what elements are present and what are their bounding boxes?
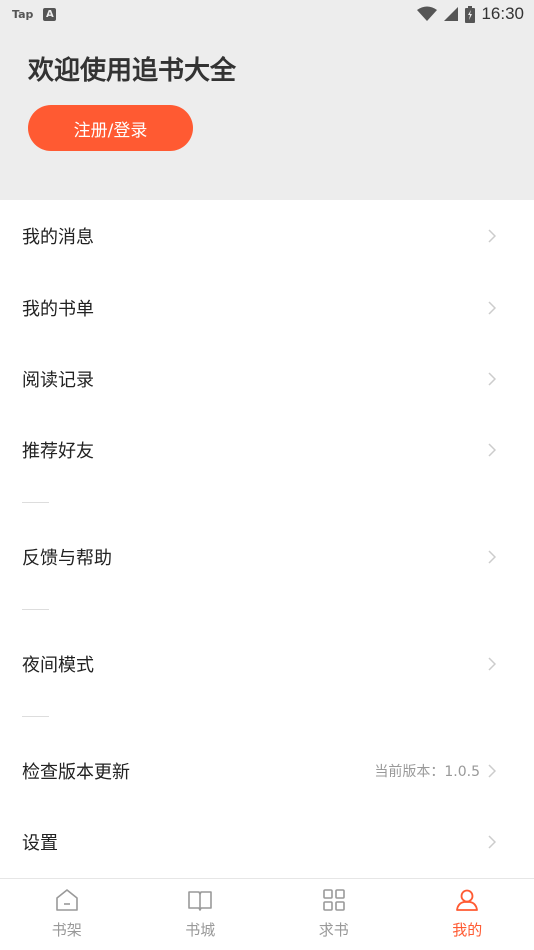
menu-item-feedback-help[interactable]: 反馈与帮助 (0, 521, 534, 593)
nav-label: 书架 (51, 921, 82, 939)
nav-label: 求书 (318, 921, 349, 939)
menu-item-night-mode[interactable]: 夜间模式 (0, 628, 534, 700)
menu-item-check-update[interactable]: 检查版本更新 当前版本：1.0.5 (0, 735, 534, 807)
menu-item-right: 当前版本：1.0.5 (374, 761, 496, 781)
chevron-right-icon (488, 301, 496, 315)
menu-item-label: 推荐好友 (22, 441, 94, 462)
battery-icon (465, 5, 476, 23)
status-app-label: Tap (12, 7, 34, 21)
menu-item-label: 我的书单 (22, 299, 94, 320)
section-divider (22, 502, 49, 503)
menu-item-label: 设置 (22, 833, 58, 854)
profile-header: 欢迎使用追书大全 注册/登录 (0, 28, 534, 200)
status-time: 16:30 (481, 4, 524, 23)
menu-item-recommend-friends[interactable]: 推荐好友 (0, 414, 534, 486)
section-divider (22, 716, 49, 717)
status-right: 16:30 (417, 4, 524, 24)
nav-label: 我的 (452, 921, 483, 939)
grid-icon (322, 889, 345, 911)
nav-label: 书城 (185, 921, 216, 939)
menu-item-right (488, 657, 496, 671)
menu-item-label: 夜间模式 (22, 655, 94, 676)
welcome-title: 欢迎使用追书大全 (28, 56, 237, 86)
menu-item-label: 我的消息 (22, 227, 94, 248)
nav-item-mine[interactable]: 我的 (401, 879, 534, 950)
register-login-button[interactable]: 注册/登录 (28, 105, 193, 151)
menu-item-booklist[interactable]: 我的书单 (0, 272, 534, 344)
chevron-right-icon (488, 443, 496, 457)
chevron-right-icon (488, 229, 496, 243)
status-badge: A (43, 7, 57, 21)
menu-item-messages[interactable]: 我的消息 (0, 200, 534, 272)
menu-item-right (488, 443, 496, 457)
chevron-right-icon (488, 372, 496, 386)
nav-item-bookshelf[interactable]: 书架 (0, 879, 134, 950)
chevron-right-icon (488, 835, 496, 849)
user-icon (456, 889, 479, 911)
nav-item-bookstore[interactable]: 书城 (134, 879, 268, 950)
signal-icon (444, 7, 459, 21)
chevron-right-icon (488, 657, 496, 671)
menu-item-label: 反馈与帮助 (22, 548, 112, 569)
house-icon (55, 889, 78, 911)
menu-item-right (488, 550, 496, 564)
status-left: Tap A (12, 7, 57, 21)
chevron-right-icon (488, 550, 496, 564)
menu-item-reading-history[interactable]: 阅读记录 (0, 343, 534, 415)
menu-item-right (488, 835, 496, 849)
menu-item-right (488, 372, 496, 386)
menu-item-label: 阅读记录 (22, 370, 94, 391)
wifi-icon (417, 6, 438, 21)
chevron-right-icon (488, 764, 496, 778)
menu-item-right (488, 301, 496, 315)
menu-item-right (488, 229, 496, 243)
nav-item-request-book[interactable]: 求书 (267, 879, 401, 950)
menu-item-label: 检查版本更新 (22, 762, 130, 783)
menu-item-settings[interactable]: 设置 (0, 806, 534, 878)
book-icon (188, 891, 213, 911)
current-version-text: 当前版本：1.0.5 (374, 764, 480, 780)
status-bar: Tap A 16:30 (0, 0, 534, 28)
bottom-nav: 书架 书城 求书 我的 (0, 878, 534, 950)
section-divider (22, 609, 49, 610)
